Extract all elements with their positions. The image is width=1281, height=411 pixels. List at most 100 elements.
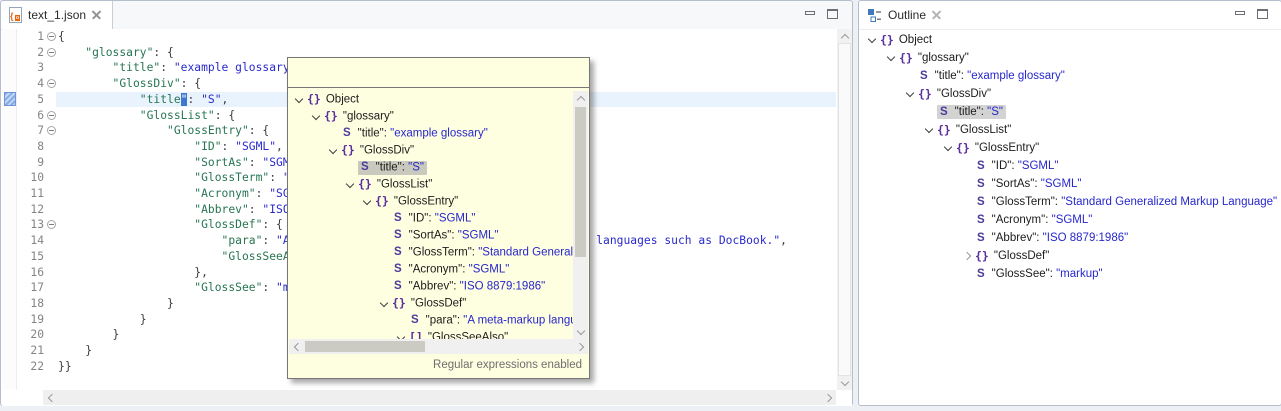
fold-collapse-icon[interactable] — [47, 79, 56, 88]
scrollbar-thumb[interactable] — [305, 341, 425, 352]
fold-collapse-icon[interactable] — [47, 220, 56, 229]
close-icon[interactable] — [932, 10, 942, 20]
tree-row[interactable]: S"title": "example glossary" — [288, 125, 573, 142]
tree-item-key: "GlossTerm": — [992, 196, 1062, 208]
chevron-spacer — [328, 129, 341, 139]
chevron-down-icon[interactable] — [379, 299, 392, 309]
chevron-down-icon[interactable] — [345, 180, 358, 190]
close-icon[interactable] — [92, 10, 102, 20]
popup-vertical-scrollbar[interactable] — [573, 91, 588, 339]
fold-collapse-icon[interactable] — [47, 32, 56, 41]
scroll-right-icon[interactable] — [577, 343, 584, 350]
line-number: 15 — [2, 249, 44, 265]
tree-row[interactable]: {}"GlossDiv" — [288, 142, 573, 159]
scroll-up-icon[interactable] — [577, 95, 584, 102]
string-icon: S — [392, 210, 404, 227]
tree-row[interactable]: {}"GlossList" — [859, 121, 1280, 139]
selected-tree-item: S"title": "S" — [937, 105, 1006, 119]
scrollbar-thumb[interactable] — [838, 43, 851, 376]
chevron-spacer — [962, 233, 975, 243]
tree-row[interactable]: {}"GlossEntry" — [288, 193, 573, 210]
chevron-down-icon[interactable] — [867, 35, 880, 45]
tree-row[interactable]: S"GlossTerm": "Standard Generalized Mark… — [288, 244, 573, 261]
tree-row[interactable]: {}Object — [859, 31, 1280, 49]
tree-row[interactable]: S"Abbrev": "ISO 8879:1986" — [288, 278, 573, 295]
tree-row[interactable]: S"ID": "SGML" — [288, 210, 573, 227]
object-icon: {} — [375, 193, 389, 210]
chevron-down-icon[interactable] — [886, 53, 899, 63]
tree-row[interactable]: S"Acronym": "SGML" — [288, 261, 573, 278]
string-icon: S — [975, 265, 987, 283]
tab-label: text_1.json — [28, 8, 86, 22]
minimize-icon[interactable] — [1235, 11, 1245, 15]
tree-item-key: "GlossSeeAlso" — [428, 331, 508, 339]
object-icon: {} — [307, 91, 321, 108]
chevron-spacer — [379, 214, 392, 224]
minimize-icon[interactable] — [805, 11, 815, 15]
chevron-down-icon[interactable] — [311, 112, 324, 122]
chevron-down-icon[interactable] — [943, 143, 956, 153]
tree-item-value: "Standard Generalized Markup Language" — [478, 246, 573, 258]
tree-row[interactable]: {}"GlossDef" — [288, 295, 573, 312]
fold-collapse-icon[interactable] — [47, 111, 56, 120]
code-line[interactable]: 1{ — [2, 29, 836, 45]
tree-item-key: "GlossDiv" — [937, 88, 991, 100]
tree-row[interactable]: S"ID": "SGML" — [859, 157, 1280, 175]
tab-outline[interactable]: Outline — [859, 1, 952, 29]
maximize-icon[interactable] — [827, 9, 838, 19]
scroll-up-icon[interactable] — [841, 33, 848, 40]
tree-row[interactable]: {}"GlossEntry" — [859, 139, 1280, 157]
popup-horizontal-scrollbar[interactable] — [289, 339, 588, 354]
tree-row[interactable]: S"title": "S" — [859, 103, 1280, 121]
tree-row[interactable]: S"para": "A meta-markup language, used t… — [288, 312, 573, 329]
tab-label: Outline — [888, 8, 926, 22]
tree-row[interactable]: {}"GlossDiv" — [859, 85, 1280, 103]
scroll-down-icon[interactable] — [841, 379, 848, 386]
tree-item-key: "GlossDiv" — [360, 144, 414, 156]
scroll-right-icon[interactable] — [825, 394, 832, 401]
string-icon: S — [341, 125, 353, 142]
tree-row[interactable]: {}"glossary" — [859, 49, 1280, 67]
tree-item-key: "ID": — [409, 212, 435, 224]
object-icon: {} — [880, 31, 894, 49]
tree-row[interactable]: S"title": "S" — [288, 159, 573, 176]
tree-row[interactable]: {}"GlossDef" — [859, 247, 1280, 265]
tree-row[interactable]: S"GlossSee": "markup" — [859, 265, 1280, 283]
fold-collapse-icon[interactable] — [47, 126, 56, 135]
tree-row[interactable]: {}Object — [288, 91, 573, 108]
tree-row[interactable]: []"GlossSeeAlso" — [288, 329, 573, 339]
tree-item-value: "A meta-markup language, used to create … — [463, 314, 573, 326]
vertical-scrollbar[interactable] — [837, 29, 852, 390]
tree-row[interactable]: S"title": "example glossary" — [859, 67, 1280, 85]
tree-row[interactable]: S"Abbrev": "ISO 8879:1986" — [859, 229, 1280, 247]
chevron-down-icon[interactable] — [924, 125, 937, 135]
maximize-icon[interactable] — [1257, 9, 1268, 19]
scroll-left-icon[interactable] — [293, 343, 300, 350]
tree-item-value: "S" — [408, 161, 424, 173]
chevron-spacer — [379, 248, 392, 258]
tree-item-key: "Abbrev": — [409, 280, 460, 292]
tree-row[interactable]: {}"GlossList" — [288, 176, 573, 193]
tree-row[interactable]: S"SortAs": "SGML" — [288, 227, 573, 244]
scroll-down-icon[interactable] — [577, 328, 584, 335]
line-number: 8 — [2, 139, 44, 155]
tree-row[interactable]: S"GlossTerm": "Standard Generalized Mark… — [859, 193, 1280, 211]
filter-input[interactable] — [288, 58, 589, 88]
tree-row[interactable]: S"Acronym": "SGML" — [859, 211, 1280, 229]
object-icon: {} — [899, 49, 913, 67]
line-number: 13 — [2, 217, 44, 233]
json-file-icon-brace: { — [10, 12, 14, 21]
scrollbar-thumb[interactable] — [575, 107, 586, 257]
chevron-down-icon[interactable] — [362, 197, 375, 207]
tree-row[interactable]: {}"glossary" — [288, 108, 573, 125]
scroll-left-icon[interactable] — [47, 394, 54, 401]
chevron-down-icon[interactable] — [294, 95, 307, 105]
chevron-right-icon[interactable] — [962, 251, 975, 261]
json-file-icon-badge: o — [15, 15, 20, 21]
chevron-down-icon[interactable] — [905, 89, 918, 99]
horizontal-scrollbar[interactable] — [43, 390, 836, 405]
fold-collapse-icon[interactable] — [47, 48, 56, 57]
chevron-down-icon[interactable] — [328, 146, 341, 156]
tab-text-1-json[interactable]: { o text_1.json — [1, 1, 113, 29]
tree-row[interactable]: S"SortAs": "SGML" — [859, 175, 1280, 193]
